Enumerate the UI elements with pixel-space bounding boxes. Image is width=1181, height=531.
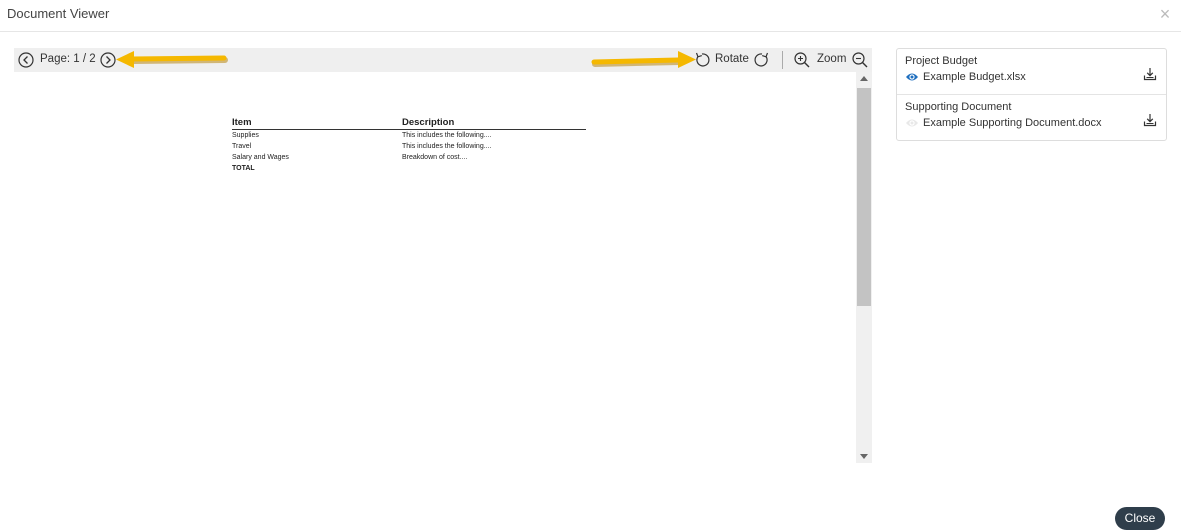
header-description: Description	[402, 117, 455, 128]
row-description: Breakdown of cost....	[402, 154, 468, 161]
table-row: Travel This includes the following....	[232, 141, 586, 152]
row-description: This includes the following....	[402, 132, 492, 139]
download-icon[interactable]	[1143, 113, 1157, 127]
annotation-arrow-left-icon	[116, 51, 228, 68]
scrollbar-thumb[interactable]	[857, 88, 871, 306]
toolbar-divider	[782, 51, 783, 69]
page-indicator: Page: 1 / 2	[40, 53, 96, 65]
table-row: Salary and Wages Breakdown of cost....	[232, 152, 586, 163]
zoom-in-icon[interactable]	[793, 51, 811, 69]
prev-page-icon[interactable]	[17, 51, 35, 69]
vertical-scrollbar[interactable]	[856, 72, 872, 463]
file-category: Supporting Document	[905, 101, 1012, 113]
row-item: TOTAL	[232, 165, 255, 172]
zoom-label: Zoom	[817, 53, 847, 65]
table-row: Supplies This includes the following....	[232, 130, 586, 141]
close-icon[interactable]: ×	[1157, 5, 1173, 23]
rotate-right-icon[interactable]	[753, 51, 771, 69]
document-table: Item Description Supplies This includes …	[232, 117, 586, 174]
annotation-arrow-right-icon	[591, 51, 696, 68]
rotate-label: Rotate	[715, 53, 749, 65]
header-item: Item	[232, 117, 252, 128]
download-icon[interactable]	[1143, 67, 1157, 81]
file-name[interactable]: Example Budget.xlsx	[923, 71, 1026, 83]
file-item-project-budget[interactable]: Project Budget Example Budget.xlsx	[897, 49, 1166, 94]
row-item: Travel	[232, 143, 252, 150]
dialog-title: Document Viewer	[7, 6, 110, 21]
table-row-total: TOTAL	[232, 163, 586, 174]
table-header: Item Description	[232, 117, 586, 130]
scroll-down-icon[interactable]	[860, 454, 868, 459]
dialog-header: Document Viewer ×	[0, 0, 1181, 32]
eye-icon[interactable]	[905, 71, 919, 83]
scroll-up-icon[interactable]	[860, 76, 868, 81]
file-list: Project Budget Example Budget.xlsx Suppo…	[896, 48, 1167, 141]
zoom-out-icon[interactable]	[851, 51, 869, 69]
eye-icon[interactable]	[905, 117, 919, 129]
document-page: Item Description Supplies This includes …	[14, 72, 856, 463]
document-viewer: Page: 1 / 2 Rotate Zoom Item Description…	[14, 48, 872, 463]
file-item-supporting-document[interactable]: Supporting Document Example Supporting D…	[897, 94, 1166, 140]
file-name[interactable]: Example Supporting Document.docx	[923, 117, 1102, 129]
file-category: Project Budget	[905, 55, 978, 67]
row-item: Supplies	[232, 132, 259, 139]
row-item: Salary and Wages	[232, 154, 289, 161]
close-button[interactable]: Close	[1115, 507, 1165, 530]
row-description: This includes the following....	[402, 143, 492, 150]
